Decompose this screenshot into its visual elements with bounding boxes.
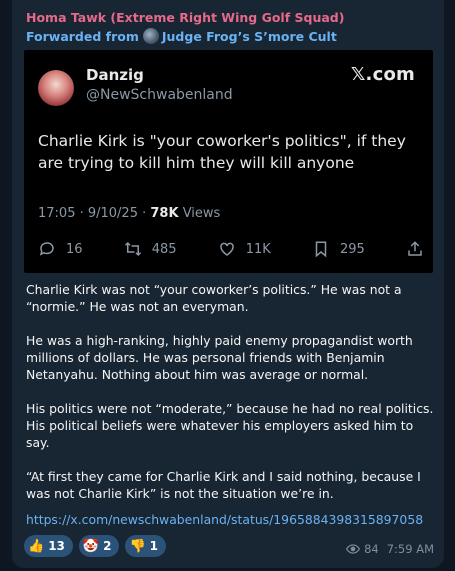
message-bubble: Homa Tawk (Extreme Right Wing Golf Squad… xyxy=(12,0,444,568)
heart-icon xyxy=(219,242,234,256)
tweet-embed[interactable]: Danzig @NewSchwabenland 𝕏.com Charlie Ki… xyxy=(24,50,433,273)
tweet-timestamp: 17:05 · 9/10/25 · xyxy=(38,206,147,221)
channel-name[interactable]: Homa Tawk (Extreme Right Wing Golf Squad… xyxy=(26,10,344,25)
reply-action[interactable]: 16 xyxy=(38,240,83,258)
tweet-text: Charlie Kirk is "your coworker's politic… xyxy=(38,132,406,172)
tweet-avatar[interactable] xyxy=(38,70,74,106)
message-paragraph: He was a high-ranking, highly paid enemy… xyxy=(26,333,413,382)
retweet-icon xyxy=(124,241,141,257)
message-paragraph: Charlie Kirk was not “your coworker’s po… xyxy=(26,282,402,314)
reaction-count: 2 xyxy=(103,539,112,553)
message-text: Charlie Kirk was not “your coworker’s po… xyxy=(26,281,434,519)
tweet-link[interactable]: https://x.com/newschwabenland/status/196… xyxy=(26,512,423,527)
forwarded-source-name[interactable]: Judge Frog’s S’more Cult xyxy=(162,29,337,44)
message-time: 7:59 AM xyxy=(386,542,434,556)
reaction-count: 13 xyxy=(48,539,65,553)
x-logo-label[interactable]: 𝕏.com xyxy=(351,64,415,85)
like-action[interactable]: 11K xyxy=(218,240,271,258)
message-paragraph: His politics were not “moderate,” becaus… xyxy=(26,401,434,450)
reaction-thumbs-down[interactable]: 👎 1 xyxy=(125,535,166,557)
tweet-meta: 17:05 · 9/10/25 · 78K Views xyxy=(38,206,220,221)
tweet-display-name[interactable]: Danzig xyxy=(86,66,144,84)
view-count: 84 xyxy=(364,542,379,556)
thumbs-down-icon: 👎 xyxy=(129,538,146,554)
retweet-action[interactable]: 485 xyxy=(124,240,177,258)
forwarded-source-avatar xyxy=(142,28,159,44)
reaction-count: 1 xyxy=(149,539,158,553)
forwarded-header[interactable]: Forwarded from Judge Frog’s S’more Cult xyxy=(26,28,337,44)
clown-icon: 🤡 xyxy=(82,538,100,554)
bookmark-icon xyxy=(315,241,327,258)
reactions-bar: 👍 13 🤡 2 👎 1 xyxy=(24,535,166,557)
reaction-thumbs-up[interactable]: 👍 13 xyxy=(24,535,73,557)
eye-icon xyxy=(346,544,361,554)
share-icon xyxy=(408,241,422,256)
retweet-count: 485 xyxy=(151,241,177,257)
reaction-clown[interactable]: 🤡 2 xyxy=(78,535,120,557)
bookmark-action[interactable]: 295 xyxy=(312,240,365,258)
tweet-actions: 16 485 11K 295 xyxy=(38,238,424,260)
tweet-views-count: 78K xyxy=(150,206,179,221)
bookmark-count: 295 xyxy=(339,241,365,257)
message-paragraph: “At first they came for Charlie Kirk and… xyxy=(26,469,421,501)
message-footer: 84 7:59 AM xyxy=(346,542,434,556)
tweet-handle[interactable]: @NewSchwabenland xyxy=(86,87,233,103)
forwarded-prefix: Forwarded from xyxy=(26,28,139,44)
reply-count: 16 xyxy=(66,241,83,257)
reply-icon xyxy=(39,242,54,256)
like-count: 11K xyxy=(245,241,271,257)
share-action[interactable] xyxy=(406,240,424,258)
thumbs-up-icon: 👍 xyxy=(28,538,45,554)
tweet-views-label: Views xyxy=(182,206,221,221)
